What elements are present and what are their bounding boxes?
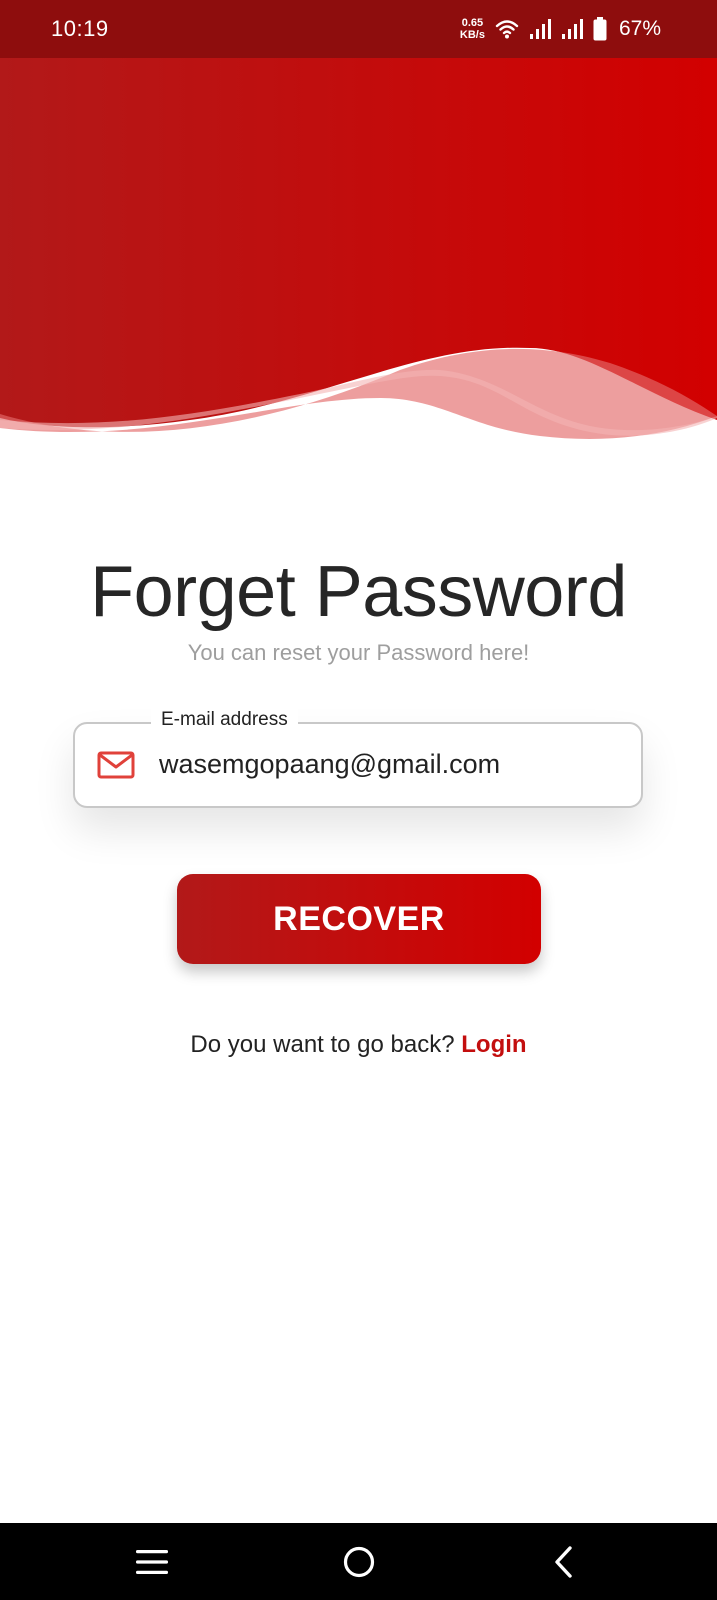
email-input[interactable]	[159, 742, 619, 786]
network-speed-unit: KB/s	[459, 29, 485, 41]
email-field[interactable]: E-mail address	[73, 708, 643, 808]
signal-icon-sim2	[561, 19, 583, 39]
status-time: 10:19	[51, 16, 109, 41]
mail-icon	[97, 751, 135, 779]
back-prompt-text: Do you want to go back?	[190, 1031, 455, 1058]
email-field-label: E-mail address	[151, 708, 298, 732]
forget-password-screen: 10:19 0.65 KB/s 67% Forget Password You …	[0, 0, 717, 1600]
home-icon[interactable]	[334, 1537, 384, 1587]
page-title: Forget Password	[90, 552, 627, 632]
back-to-login-line: Do you want to go back? Login	[0, 1030, 717, 1060]
battery-icon	[593, 17, 607, 41]
battery-percentage: 67%	[618, 17, 661, 40]
page-subtitle: You can reset your Password here!	[187, 640, 530, 665]
status-icons: 0.65 KB/s 67%	[460, 14, 661, 44]
header-wave-background	[0, 58, 717, 439]
navigation-bar	[0, 1523, 717, 1600]
recover-button[interactable]: RECOVER	[177, 874, 541, 964]
network-speed: 0.65 KB/s	[460, 17, 485, 41]
wifi-icon	[495, 20, 519, 39]
back-icon[interactable]	[539, 1537, 589, 1587]
login-link[interactable]: Login	[461, 1031, 526, 1058]
status-bar: 10:19 0.65 KB/s 67%	[0, 0, 717, 58]
menu-icon[interactable]	[127, 1537, 177, 1587]
signal-icon-sim1	[529, 19, 551, 39]
network-speed-value: 0.65	[461, 17, 484, 29]
